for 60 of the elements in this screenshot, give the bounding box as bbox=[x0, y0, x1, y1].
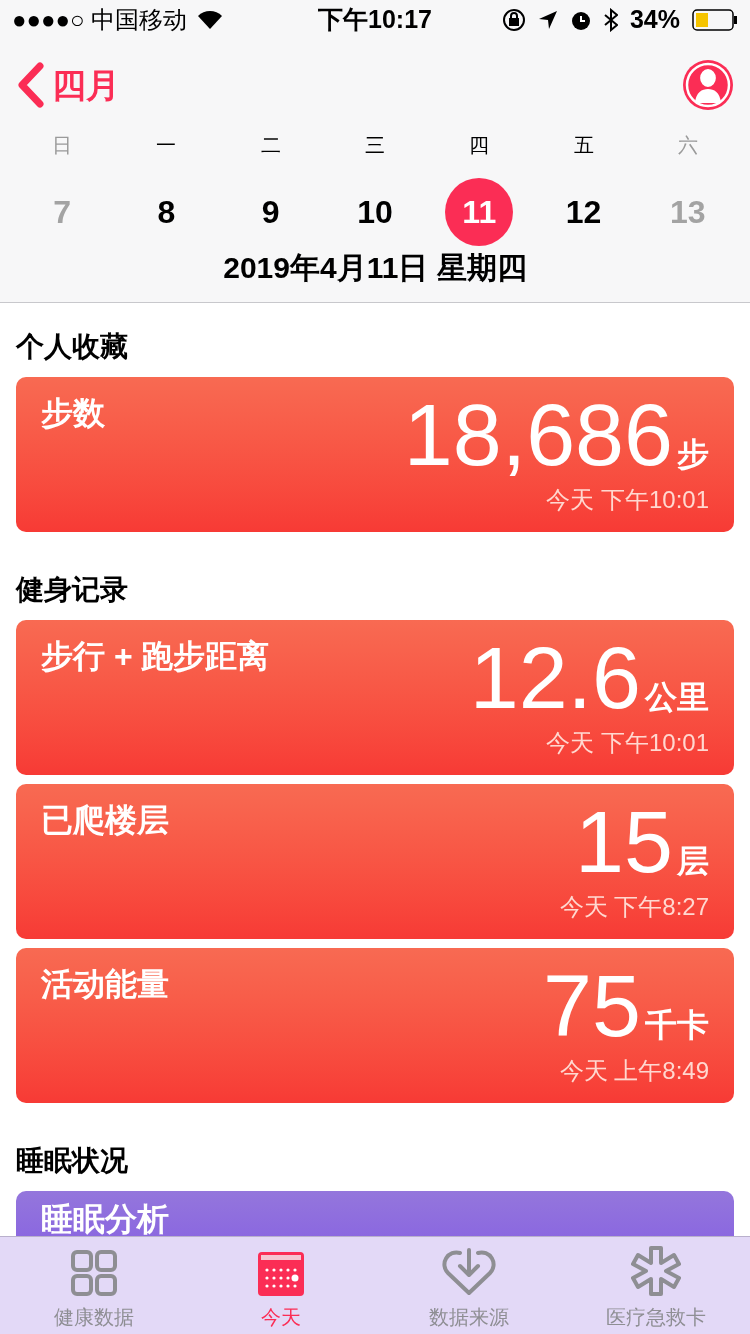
tab-item[interactable]: 今天 bbox=[187, 1237, 375, 1334]
card-title: 已爬楼层 bbox=[41, 801, 169, 840]
grid-icon bbox=[70, 1250, 117, 1296]
weekday-label: 日 bbox=[52, 133, 73, 158]
status-time: 下午10:17 bbox=[318, 4, 432, 36]
card-timestamp: 今天 下午10:01 bbox=[546, 486, 709, 514]
tab-item[interactable]: 健康数据 bbox=[0, 1237, 188, 1334]
card-unit: 步 bbox=[677, 435, 709, 474]
tab-item[interactable]: 医疗急救卡 bbox=[562, 1237, 750, 1334]
weekday-label: 五 bbox=[573, 133, 594, 158]
card-title: 活动能量 bbox=[41, 965, 169, 1004]
rotation-lock-icon bbox=[501, 8, 526, 32]
card-timestamp: 今天 下午8:27 bbox=[559, 893, 709, 921]
heart-download-icon bbox=[441, 1248, 496, 1296]
full-date: 2019年4月11日 星期四 bbox=[223, 250, 527, 286]
card-value: 15 bbox=[575, 798, 673, 886]
card-value: 75 bbox=[543, 962, 641, 1050]
weekday-label: 六 bbox=[677, 133, 698, 158]
card-title: 步行 + 跑步距离 bbox=[41, 637, 270, 676]
calendar-icon bbox=[258, 1252, 305, 1296]
weekday-label: 一 bbox=[156, 133, 177, 158]
carrier-text: ●●●●○ 中国移动 bbox=[12, 5, 188, 35]
card-timestamp: 今天 下午10:01 bbox=[546, 729, 709, 757]
card-timestamp: 今天 上午8:49 bbox=[559, 1057, 709, 1085]
weekday-label: 三 bbox=[365, 133, 385, 158]
card-value: 18,686 bbox=[403, 391, 673, 479]
battery-percent: 34% bbox=[629, 4, 680, 36]
card-value: 12.6 bbox=[469, 634, 641, 722]
weekday-label: 二 bbox=[260, 133, 281, 158]
section-title: 健身记录 bbox=[16, 574, 128, 605]
card-unit: 公里 bbox=[645, 678, 709, 717]
day-button[interactable]: 10 bbox=[341, 178, 409, 246]
weekday-label: 四 bbox=[469, 133, 490, 158]
activity-card[interactable]: 活动能量 75 千卡 今天 上午8:49 bbox=[16, 948, 734, 1103]
activity-card[interactable]: 已爬楼层 15 层 今天 下午8:27 bbox=[16, 784, 734, 939]
day-button[interactable]: 11 bbox=[445, 178, 514, 246]
activity-card[interactable]: 步数 18,686 步 今天 下午10:01 bbox=[16, 377, 734, 532]
day-button[interactable]: 8 bbox=[132, 178, 201, 246]
activity-card[interactable]: 步行 + 跑步距离 12.6 公里 今天 下午10:01 bbox=[16, 620, 734, 775]
card-title: 睡眠分析 bbox=[41, 1200, 169, 1236]
card-unit: 层 bbox=[677, 842, 709, 881]
chevron-left-icon bbox=[16, 62, 44, 108]
battery-icon bbox=[692, 9, 738, 31]
day-button[interactable]: 12 bbox=[549, 178, 618, 246]
card-title: 步数 bbox=[41, 394, 105, 433]
alarm-icon bbox=[569, 9, 592, 31]
sleep-card[interactable]: 睡眠分析 bbox=[16, 1191, 734, 1236]
day-button[interactable]: 9 bbox=[236, 178, 305, 246]
section-title: 睡眠状况 bbox=[16, 1145, 128, 1176]
card-unit: 千卡 bbox=[645, 1006, 709, 1045]
bluetooth-icon bbox=[603, 8, 618, 32]
tab-item[interactable]: 数据来源 bbox=[375, 1237, 563, 1334]
asterisk-icon bbox=[631, 1246, 682, 1296]
profile-icon[interactable] bbox=[682, 59, 734, 111]
day-button[interactable]: 13 bbox=[653, 178, 722, 246]
day-button[interactable]: 7 bbox=[28, 178, 97, 246]
wifi-icon bbox=[197, 10, 224, 30]
back-button[interactable]: 四月 bbox=[16, 59, 120, 111]
section-title: 个人收藏 bbox=[16, 331, 128, 362]
location-icon bbox=[537, 10, 558, 30]
